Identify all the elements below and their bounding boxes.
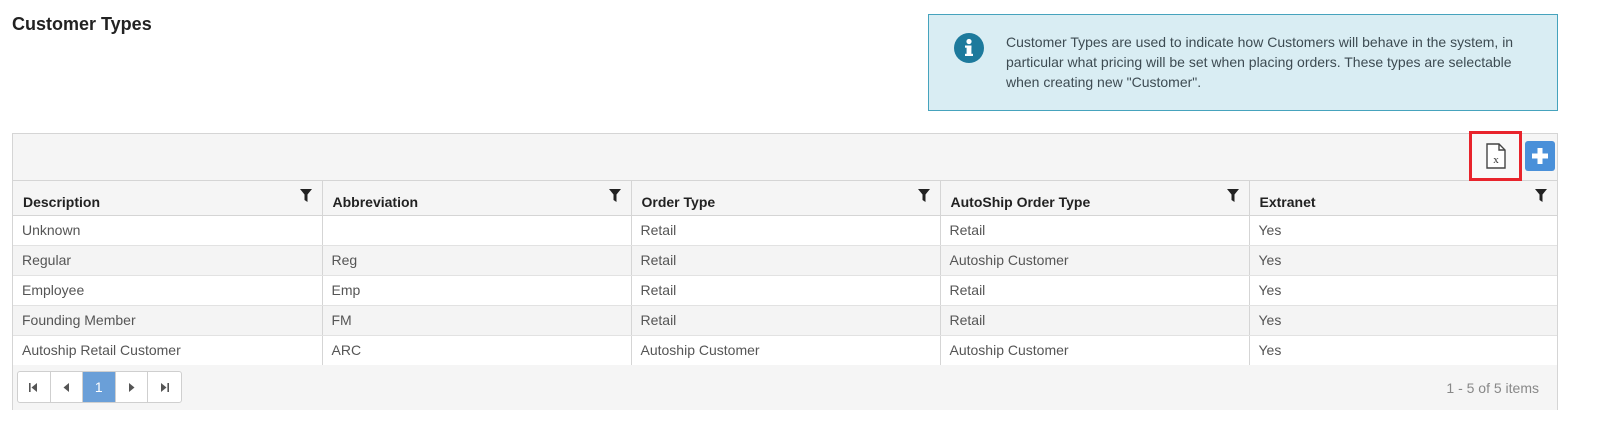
cell-order-type: Retail — [630, 215, 940, 246]
previous-page-icon — [63, 382, 69, 392]
pager-summary: 1 - 5 of 5 items — [1446, 380, 1539, 396]
column-header-description[interactable]: Description — [13, 181, 322, 216]
next-page-button[interactable] — [116, 372, 148, 402]
page-number-button[interactable]: 1 — [83, 372, 116, 402]
cell-autoship-order-type: Autoship Customer — [939, 245, 1249, 276]
cell-autoship-order-type: Autoship Customer — [939, 335, 1249, 366]
cell-description: Regular — [13, 245, 322, 276]
info-icon — [954, 33, 984, 63]
cell-abbreviation — [321, 215, 631, 246]
column-header-extranet[interactable]: Extranet — [1248, 181, 1557, 216]
cell-extranet: Yes — [1248, 335, 1557, 366]
filter-icon[interactable] — [917, 189, 930, 202]
page-title: Customer Types — [12, 14, 152, 34]
info-callout: Customer Types are used to indicate how … — [928, 14, 1558, 111]
cell-description: Unknown — [13, 215, 322, 246]
next-page-icon — [128, 382, 135, 392]
pager-nav: 1 — [17, 371, 182, 403]
cell-abbreviation: FM — [321, 305, 631, 336]
cell-extranet: Yes — [1248, 305, 1557, 336]
pager: 1 1 - 5 of 5 items — [13, 365, 1557, 410]
table-row[interactable]: Regular Reg Retail Autoship Customer Yes — [13, 245, 1557, 276]
column-header-order-type[interactable]: Order Type — [630, 181, 940, 216]
cell-order-type: Retail — [630, 275, 940, 306]
cell-autoship-order-type: Retail — [939, 275, 1249, 306]
cell-description: Autoship Retail Customer — [13, 335, 322, 366]
cell-extranet: Yes — [1248, 275, 1557, 306]
cell-extranet: Yes — [1248, 215, 1557, 246]
cell-description: Employee — [13, 275, 322, 306]
customer-types-grid: x Description Abbreviation Order Type Au… — [12, 131, 1558, 410]
cell-abbreviation: Reg — [321, 245, 631, 276]
table-row[interactable]: Founding Member FM Retail Retail Yes — [13, 305, 1557, 336]
column-header-autoship-order-type[interactable]: AutoShip Order Type — [939, 181, 1249, 216]
customer-types-table: Description Abbreviation Order Type Auto… — [13, 181, 1557, 366]
previous-page-button[interactable] — [51, 372, 83, 402]
cell-order-type: Retail — [630, 245, 940, 276]
filter-icon[interactable] — [299, 189, 312, 202]
table-row[interactable]: Employee Emp Retail Retail Yes — [13, 275, 1557, 306]
first-page-button[interactable] — [18, 372, 51, 402]
table-header-row: Description Abbreviation Order Type Auto… — [13, 181, 1557, 216]
grid-toolbar: x — [13, 131, 1557, 181]
last-page-icon — [160, 382, 169, 392]
excel-export-icon: x — [1485, 143, 1506, 169]
first-page-icon — [29, 382, 38, 392]
table-row[interactable]: Autoship Retail Customer ARC Autoship Cu… — [13, 335, 1557, 366]
cell-autoship-order-type: Retail — [939, 215, 1249, 246]
cell-order-type: Retail — [630, 305, 940, 336]
cell-order-type: Autoship Customer — [630, 335, 940, 366]
plus-icon — [1532, 148, 1548, 164]
cell-extranet: Yes — [1248, 245, 1557, 276]
cell-abbreviation: ARC — [321, 335, 631, 366]
svg-text:x: x — [1493, 154, 1499, 166]
filter-icon[interactable] — [1226, 189, 1239, 202]
info-text: Customer Types are used to indicate how … — [1006, 34, 1514, 90]
last-page-button[interactable] — [148, 372, 181, 402]
add-customer-type-button[interactable] — [1525, 141, 1555, 171]
filter-icon[interactable] — [1535, 189, 1547, 202]
column-header-abbreviation[interactable]: Abbreviation — [321, 181, 631, 216]
cell-autoship-order-type: Retail — [939, 305, 1249, 336]
cell-description: Founding Member — [13, 305, 322, 336]
export-excel-button[interactable]: x — [1469, 131, 1522, 181]
table-row[interactable]: Unknown Retail Retail Yes — [13, 215, 1557, 246]
filter-icon[interactable] — [608, 189, 621, 202]
cell-abbreviation: Emp — [321, 275, 631, 306]
